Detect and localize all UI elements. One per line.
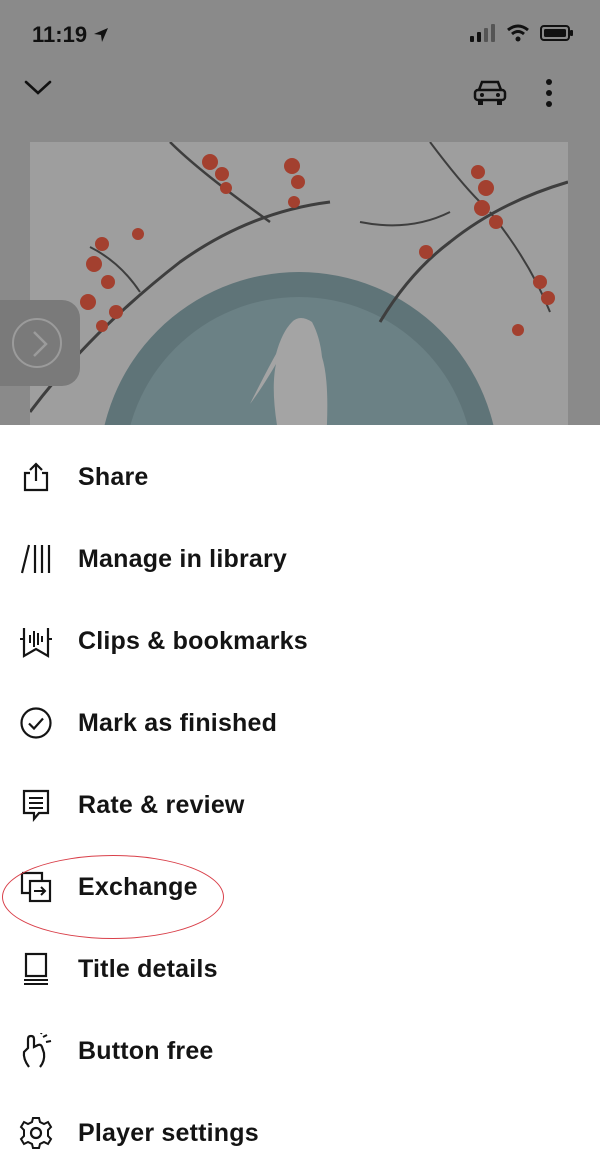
wifi-icon bbox=[507, 24, 529, 42]
menu-item-rate-review[interactable]: Rate & review bbox=[0, 764, 600, 846]
location-arrow-icon bbox=[94, 28, 109, 42]
car-mode-button[interactable] bbox=[472, 78, 508, 113]
menu-item-label: Player settings bbox=[78, 1118, 259, 1147]
library-icon bbox=[18, 541, 54, 577]
player-background: 11:19 bbox=[0, 0, 600, 425]
cover-art-illustration bbox=[30, 142, 568, 425]
share-icon bbox=[18, 459, 54, 495]
collapse-button[interactable] bbox=[22, 76, 54, 105]
menu-item-label: Mark as finished bbox=[78, 708, 278, 737]
bookmark-icon bbox=[18, 623, 54, 659]
menu-item-exchange[interactable]: Exchange bbox=[0, 846, 600, 928]
menu-item-label: Share bbox=[78, 462, 149, 491]
status-time-text: 11:19 bbox=[32, 22, 88, 47]
menu-item-label: Manage in library bbox=[78, 544, 288, 573]
menu-item-mark-finished[interactable]: Mark as finished bbox=[0, 682, 600, 764]
exchange-icon bbox=[18, 869, 54, 905]
menu-item-label: Title details bbox=[78, 954, 218, 983]
battery-icon bbox=[540, 25, 573, 41]
more-options-button[interactable] bbox=[540, 78, 558, 113]
menu-item-title-details[interactable]: Title details bbox=[0, 928, 600, 1010]
status-bar: 11:19 bbox=[0, 0, 600, 70]
car-icon bbox=[473, 80, 507, 105]
chevron-down-icon bbox=[24, 80, 52, 95]
menu-item-label: Exchange bbox=[78, 872, 198, 901]
review-icon bbox=[18, 787, 54, 823]
book-icon bbox=[18, 951, 54, 987]
signal-icon bbox=[470, 24, 495, 42]
options-sheet: Share Manage in library Clips & bookmark… bbox=[0, 425, 600, 1160]
menu-item-player-settings[interactable]: Player settings bbox=[0, 1092, 600, 1174]
more-vertical-icon bbox=[546, 79, 552, 107]
cover-art bbox=[30, 142, 568, 425]
menu-item-share[interactable]: Share bbox=[0, 436, 600, 518]
menu-item-label: Button free bbox=[78, 1036, 214, 1065]
gesture-icon bbox=[18, 1033, 54, 1069]
check-circle-icon bbox=[18, 705, 54, 741]
status-time: 11:19 bbox=[32, 22, 109, 48]
menu-item-label: Rate & review bbox=[78, 790, 245, 819]
next-chapter-tab[interactable] bbox=[0, 300, 80, 386]
menu-item-clips-bookmarks[interactable]: Clips & bookmarks bbox=[0, 600, 600, 682]
menu-item-button-free[interactable]: Button free bbox=[0, 1010, 600, 1092]
chevron-right-icon bbox=[33, 331, 48, 357]
status-icons bbox=[470, 24, 574, 42]
gear-icon bbox=[18, 1115, 54, 1151]
menu-item-manage-library[interactable]: Manage in library bbox=[0, 518, 600, 600]
menu-item-label: Clips & bookmarks bbox=[78, 626, 308, 655]
